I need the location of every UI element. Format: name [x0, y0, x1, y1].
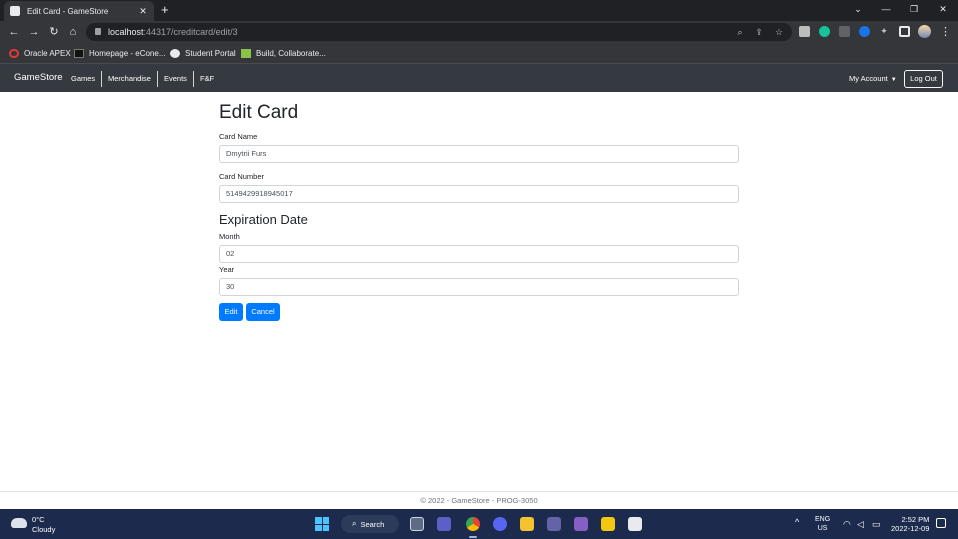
weather-temperature[interactable]: 0°C	[32, 515, 45, 524]
chevron-up-icon[interactable]: ^	[795, 517, 799, 527]
clock-date: 2022-12-09	[891, 524, 930, 533]
volume-icon[interactable]: ◁	[857, 519, 864, 529]
system-clock[interactable]: 2:52 PM 2022-12-09	[891, 515, 929, 533]
notification-icon[interactable]	[936, 518, 946, 528]
extension-icon[interactable]	[799, 26, 810, 37]
minimize-icon[interactable]: —	[879, 3, 893, 15]
teams-chat-icon[interactable]	[437, 517, 451, 531]
tab-title: Edit Card - GameStore	[27, 6, 109, 16]
account-label: My Account	[849, 74, 888, 83]
logout-button[interactable]: Log Out	[904, 70, 943, 88]
nav-divider	[101, 71, 102, 87]
active-app-indicator	[469, 536, 477, 538]
home-icon[interactable]: ⌂	[66, 25, 80, 39]
oracle-icon	[9, 49, 19, 58]
windows-taskbar: 0°C Cloudy ⌕ Search ^ ENG US ◠ ◁ ▭ 2:52 …	[0, 509, 958, 539]
bookmark-label: Build, Collaborate...	[256, 49, 326, 58]
nav-link-merchandise[interactable]: Merchandise	[108, 74, 151, 83]
file-explorer-icon[interactable]	[520, 517, 534, 531]
my-account-dropdown[interactable]: My Account ▼	[849, 74, 897, 83]
back-icon[interactable]: ←	[7, 25, 21, 39]
page-footer: © 2022 - GameStore - PROG-3050	[0, 491, 958, 509]
bookmark-build-collaborate[interactable]: Build, Collaborate...	[241, 47, 326, 60]
bookmark-label: Student Portal	[185, 49, 236, 58]
profile-avatar[interactable]	[918, 25, 931, 38]
region-code: US	[817, 525, 828, 532]
expiration-date-heading: Expiration Date	[219, 212, 308, 227]
edit-button[interactable]: Edit	[219, 303, 243, 321]
search-icon: ⌕	[352, 519, 357, 528]
brand-link[interactable]: GameStore	[14, 72, 63, 83]
year-label: Year	[219, 265, 235, 274]
search-label: Search	[360, 519, 385, 529]
side-panel-icon[interactable]	[899, 26, 910, 37]
nav-divider	[193, 71, 194, 87]
nav-divider	[157, 71, 158, 87]
wifi-icon[interactable]: ◠	[843, 519, 851, 529]
grammarly-icon[interactable]	[819, 26, 830, 37]
browser-menu-icon[interactable]: ⋮	[940, 25, 951, 39]
econestoga-icon	[74, 49, 84, 58]
teams-icon[interactable]	[547, 517, 561, 531]
windows-start-icon[interactable]	[315, 517, 329, 531]
site-navbar: GameStore Games Merchandise Events F&F M…	[0, 64, 958, 92]
lock-icon	[95, 28, 101, 35]
reload-icon[interactable]: ↻	[47, 25, 61, 39]
browser-toolbar: ← → ↻ ⌂ localhost:44317/creditcard/edit/…	[0, 21, 958, 43]
tab-search-icon[interactable]: ⌄	[851, 3, 865, 15]
browser-tab[interactable]: Edit Card - GameStore ✕	[4, 1, 154, 21]
globe-icon	[170, 49, 180, 58]
card-number-label: Card Number	[219, 172, 265, 181]
battery-icon[interactable]: ▭	[872, 519, 881, 529]
clock-time: 2:52 PM	[901, 515, 930, 524]
forward-icon[interactable]: →	[27, 25, 41, 39]
nav-link-games[interactable]: Games	[71, 74, 95, 83]
cancel-button[interactable]: Cancel	[246, 303, 280, 321]
visual-studio-icon[interactable]	[574, 517, 588, 531]
url-text: localhost:44317/creditcard/edit/3	[108, 27, 238, 37]
bookmark-oracle-apex[interactable]: Oracle APEX	[9, 47, 71, 60]
month-label: Month	[219, 232, 240, 241]
language-code: ENG	[815, 516, 831, 523]
month-input[interactable]: 02	[219, 245, 739, 263]
bookmark-star-icon[interactable]: ☆	[773, 26, 785, 38]
page-title: Edit Card	[219, 102, 299, 123]
leaf-icon	[241, 49, 251, 58]
zoom-icon[interactable]: ⌕	[734, 26, 746, 38]
power-bi-icon[interactable]	[601, 517, 615, 531]
caret-down-icon: ▼	[890, 77, 897, 83]
discord-icon[interactable]	[493, 517, 507, 531]
close-tab-icon[interactable]: ✕	[138, 6, 148, 17]
address-bar[interactable]: localhost:44317/creditcard/edit/3 ⌕ ⇪ ☆	[86, 23, 792, 41]
cloud-icon[interactable]	[11, 518, 27, 528]
weather-description[interactable]: Cloudy	[32, 525, 55, 534]
language-indicator[interactable]: ENG US	[815, 515, 830, 533]
bookmark-homepage[interactable]: Homepage - eCone...	[74, 47, 166, 60]
year-input[interactable]: 30	[219, 278, 739, 296]
window-close-icon[interactable]: ✕	[936, 3, 950, 15]
new-tab-icon[interactable]: +	[161, 2, 169, 18]
bookmarks-bar: Oracle APEX Homepage - eCone... Student …	[0, 43, 958, 64]
browser-tab-bar: Edit Card - GameStore ✕ + ⌄ — ❐ ✕	[0, 0, 958, 21]
nav-link-events[interactable]: Events	[164, 74, 187, 83]
taskbar-search[interactable]: ⌕ Search	[341, 515, 399, 533]
card-name-label: Card Name	[219, 132, 258, 141]
extension-icon[interactable]	[859, 26, 870, 37]
restore-icon[interactable]: ❐	[907, 3, 921, 15]
share-icon[interactable]: ⇪	[753, 26, 765, 38]
extension-icon[interactable]	[839, 26, 850, 37]
card-number-input[interactable]: 5149429918945017	[219, 185, 739, 203]
snipping-tool-icon[interactable]	[628, 517, 642, 531]
chrome-icon[interactable]	[466, 517, 480, 531]
puzzle-icon[interactable]: ✦	[878, 25, 890, 37]
bookmark-label: Homepage - eCone...	[89, 49, 166, 58]
footer-text: © 2022 - GameStore - PROG-3050	[420, 496, 538, 505]
page-icon	[10, 6, 20, 16]
card-name-input[interactable]: Dmytrii Furs	[219, 145, 739, 163]
nav-link-ff[interactable]: F&F	[200, 74, 214, 83]
bookmark-label: Oracle APEX	[24, 49, 71, 58]
task-view-icon[interactable]	[410, 517, 424, 531]
bookmark-student-portal[interactable]: Student Portal	[170, 47, 236, 60]
